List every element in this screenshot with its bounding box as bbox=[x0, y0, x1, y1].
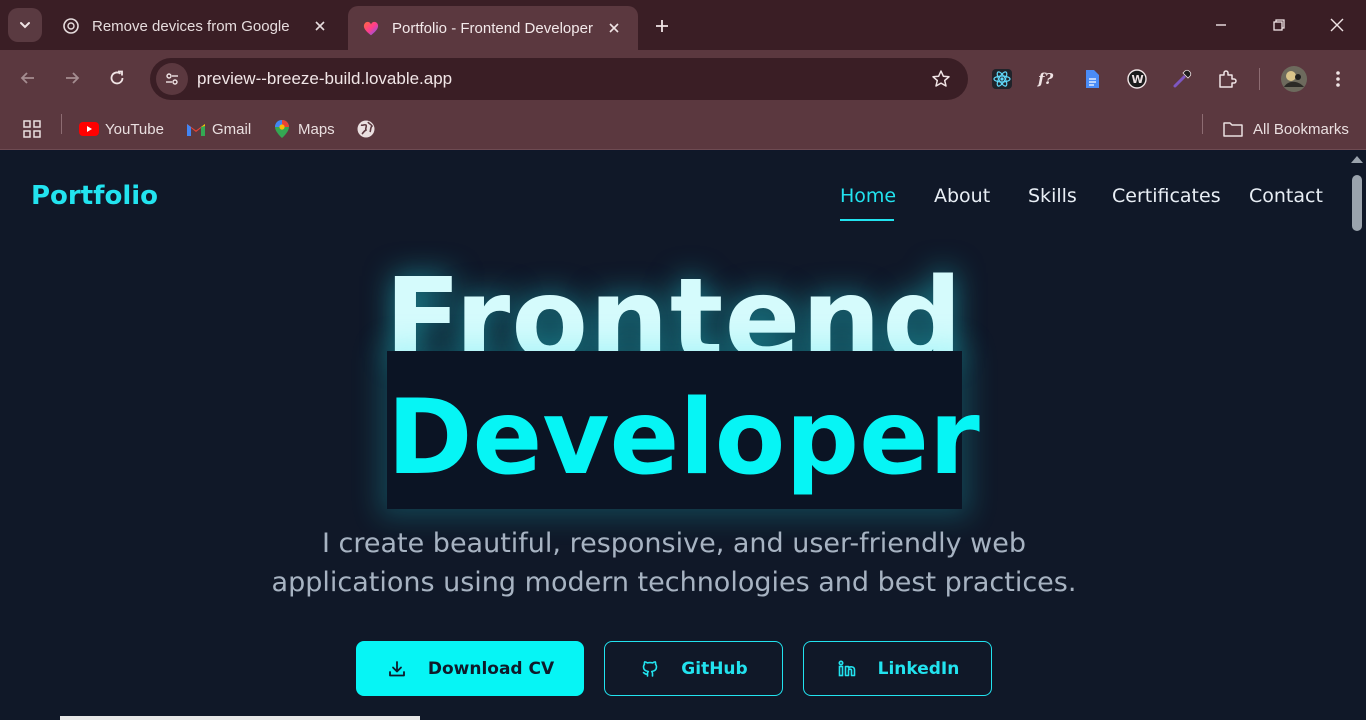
linkedin-icon bbox=[836, 658, 858, 680]
arrow-right-icon bbox=[66, 72, 80, 84]
lovable-heart-icon bbox=[362, 19, 380, 37]
apps-button[interactable] bbox=[22, 117, 42, 141]
bookmark-youtube[interactable]: YouTube bbox=[79, 117, 164, 141]
portfolio-page: Portfolio Home About Skills Certificates… bbox=[0, 151, 1348, 720]
bookmark-star-button[interactable] bbox=[930, 68, 952, 90]
all-bookmarks-label: All Bookmarks bbox=[1253, 120, 1349, 138]
wordtune-icon[interactable]: W bbox=[1125, 67, 1149, 91]
back-button[interactable] bbox=[11, 61, 45, 95]
page-scrollbar[interactable] bbox=[1348, 151, 1366, 720]
folder-icon bbox=[1223, 119, 1243, 139]
nav-contact[interactable]: Contact bbox=[1249, 185, 1323, 207]
star-icon bbox=[932, 70, 950, 87]
whatfont-icon[interactable]: f? bbox=[1035, 67, 1059, 91]
scroll-thumb[interactable] bbox=[1352, 175, 1362, 231]
tab-title: Portfolio - Frontend Developer bbox=[392, 19, 593, 37]
minimize-button[interactable] bbox=[1206, 10, 1236, 40]
toolbar-divider bbox=[1259, 68, 1260, 90]
react-devtools-icon[interactable] bbox=[990, 67, 1014, 91]
apps-grid-icon bbox=[23, 120, 41, 138]
nav-skills[interactable]: Skills bbox=[1028, 185, 1077, 207]
nav-about[interactable]: About bbox=[934, 185, 990, 207]
eyedropper-icon[interactable] bbox=[1170, 67, 1194, 91]
url-text[interactable]: preview--breeze-build.lovable.app bbox=[197, 69, 452, 89]
new-tab-button[interactable] bbox=[650, 14, 674, 38]
linkedin-button[interactable]: LinkedIn bbox=[803, 641, 992, 696]
maps-icon bbox=[272, 119, 292, 139]
browser-menu-button[interactable] bbox=[1326, 67, 1350, 91]
tune-icon bbox=[166, 73, 178, 85]
docs-icon[interactable] bbox=[1080, 67, 1104, 91]
hero-subtitle: I create beautiful, responsive, and user… bbox=[0, 524, 1348, 602]
bookmark-label: Maps bbox=[298, 120, 335, 138]
download-cv-button[interactable]: Download CV bbox=[356, 641, 584, 696]
reload-icon bbox=[110, 70, 124, 85]
scroll-up-arrow-icon[interactable] bbox=[1351, 156, 1363, 163]
site-info-button[interactable] bbox=[156, 63, 188, 95]
download-icon bbox=[386, 658, 408, 680]
chevron-down-icon bbox=[20, 22, 30, 29]
profile-avatar[interactable] bbox=[1280, 65, 1308, 93]
close-window-button[interactable] bbox=[1322, 10, 1352, 40]
download-cv-label: Download CV bbox=[427, 658, 555, 679]
restore-button[interactable] bbox=[1264, 10, 1294, 40]
tab-search-button[interactable] bbox=[8, 8, 42, 42]
close-icon bbox=[1330, 18, 1344, 32]
bookmark-label: Gmail bbox=[212, 120, 252, 138]
tab-remove-devices[interactable]: Remove devices from Google bbox=[48, 6, 344, 46]
site-brand[interactable]: Portfolio bbox=[31, 181, 158, 211]
reload-button[interactable] bbox=[100, 61, 134, 95]
bookmark-maps[interactable]: Maps bbox=[272, 117, 335, 141]
bookmarks-bar: YouTube Gmail Maps All Bookmarks bbox=[0, 108, 1366, 150]
tab-portfolio[interactable]: Portfolio - Frontend Developer bbox=[348, 6, 638, 50]
bookmarks-divider bbox=[61, 114, 62, 134]
globe-icon bbox=[356, 119, 376, 139]
svg-text:W: W bbox=[1132, 73, 1144, 86]
address-bar[interactable]: preview--breeze-build.lovable.app bbox=[150, 58, 968, 100]
extensions-puzzle-icon[interactable] bbox=[1215, 67, 1239, 91]
bookmarks-divider bbox=[1202, 114, 1203, 134]
close-tab-icon[interactable] bbox=[604, 18, 624, 38]
bookmark-gmail[interactable]: Gmail bbox=[186, 117, 251, 141]
gmail-icon bbox=[186, 119, 206, 139]
nav-active-indicator bbox=[840, 219, 894, 221]
minimize-icon bbox=[1216, 24, 1226, 26]
youtube-icon bbox=[79, 119, 99, 139]
restore-icon bbox=[1273, 19, 1285, 31]
hero-title-line2: Developer bbox=[387, 378, 980, 498]
svg-text:f?: f? bbox=[1037, 70, 1053, 88]
hero-subtitle-line1: I create beautiful, responsive, and user… bbox=[321, 528, 1027, 559]
tab-title: Remove devices from Google bbox=[92, 17, 290, 35]
all-bookmarks[interactable]: All Bookmarks bbox=[1223, 117, 1349, 141]
arrow-left-icon bbox=[20, 72, 34, 84]
github-button[interactable]: GitHub bbox=[604, 641, 783, 696]
github-label: GitHub bbox=[681, 658, 748, 679]
browser-toolbar: preview--breeze-build.lovable.app f? W bbox=[0, 50, 1366, 108]
more-vertical-icon bbox=[1336, 71, 1340, 87]
linkedin-label: LinkedIn bbox=[877, 658, 960, 679]
nav-home[interactable]: Home bbox=[840, 185, 896, 207]
bookmark-globe[interactable] bbox=[356, 117, 382, 141]
nav-certificates[interactable]: Certificates bbox=[1112, 185, 1221, 207]
tab-strip: Remove devices from Google Portfolio - F… bbox=[0, 0, 1366, 50]
loading-progress-bar bbox=[60, 716, 420, 720]
plus-icon bbox=[656, 20, 668, 32]
chatgpt-icon bbox=[62, 17, 80, 35]
forward-button[interactable] bbox=[55, 61, 89, 95]
github-icon bbox=[639, 658, 661, 680]
hero-subtitle-line2: applications using modern technologies a… bbox=[271, 567, 1077, 598]
close-tab-icon[interactable] bbox=[310, 16, 330, 36]
bookmark-label: YouTube bbox=[105, 120, 164, 138]
